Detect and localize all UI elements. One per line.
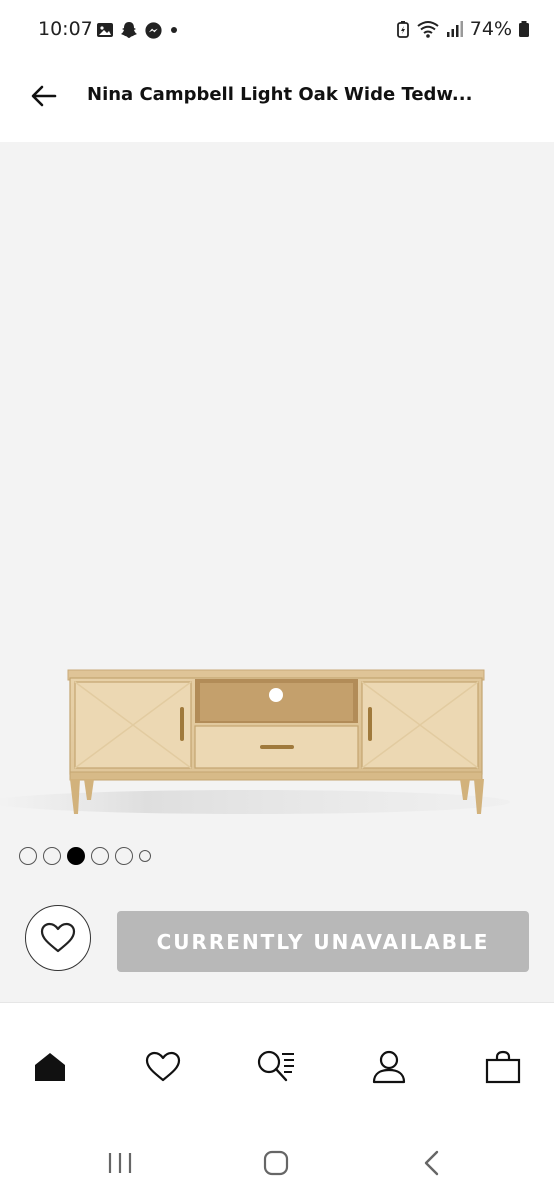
search-list-icon <box>257 1050 294 1082</box>
heart-icon <box>40 922 76 953</box>
wishlist-button[interactable] <box>25 905 91 971</box>
back-button-icon <box>424 1150 439 1176</box>
action-area: CURRENTLY UNAVAILABLE <box>0 890 554 1002</box>
battery-icon <box>519 21 529 37</box>
messenger-icon <box>145 21 162 39</box>
heart-icon <box>145 1051 181 1082</box>
back-button[interactable] <box>28 80 60 112</box>
carousel-dot[interactable] <box>67 847 85 865</box>
battery-saver-icon <box>396 21 409 38</box>
home-button-icon <box>263 1150 289 1176</box>
image-icon <box>97 23 113 37</box>
page-title: Nina Campbell Light Oak Wide Tedw... <box>87 84 473 105</box>
tv-cabinet-image <box>0 669 510 814</box>
battery-percent: 74% <box>469 18 512 40</box>
carousel-dots <box>19 847 151 865</box>
product-image[interactable] <box>0 142 554 830</box>
signal-icon <box>446 21 463 37</box>
carousel-dot[interactable] <box>43 847 61 865</box>
carousel-dot[interactable] <box>19 847 37 865</box>
nav-account[interactable] <box>369 1047 409 1087</box>
nav-search[interactable] <box>256 1047 296 1087</box>
nav-bag[interactable] <box>483 1047 523 1087</box>
nav-wishlist[interactable] <box>143 1047 183 1087</box>
dot-icon <box>171 27 177 33</box>
home-system-button[interactable] <box>256 1148 296 1178</box>
home-icon <box>35 1053 65 1081</box>
status-notification-icons <box>96 20 180 40</box>
nav-home[interactable] <box>30 1047 70 1087</box>
system-nav <box>0 1118 554 1200</box>
account-icon <box>372 1050 406 1084</box>
carousel-dot[interactable] <box>115 847 133 865</box>
status-bar: 10:07 74% <box>0 0 554 60</box>
carousel-dot[interactable] <box>91 847 109 865</box>
back-system-button[interactable] <box>412 1148 452 1178</box>
snapchat-icon <box>121 22 137 38</box>
bottom-nav <box>0 1002 554 1118</box>
bag-icon <box>485 1050 521 1084</box>
wifi-icon <box>417 21 439 38</box>
status-right: 74% <box>396 18 530 40</box>
status-time: 10:07 <box>38 18 93 40</box>
recent-apps-icon <box>108 1153 132 1173</box>
back-arrow-icon <box>31 85 57 107</box>
header: Nina Campbell Light Oak Wide Tedw... <box>0 60 554 142</box>
carousel-dot[interactable] <box>139 850 151 862</box>
carousel-indicator <box>0 830 554 890</box>
recent-apps-button[interactable] <box>100 1148 140 1178</box>
currently-unavailable-button[interactable]: CURRENTLY UNAVAILABLE <box>117 911 529 972</box>
